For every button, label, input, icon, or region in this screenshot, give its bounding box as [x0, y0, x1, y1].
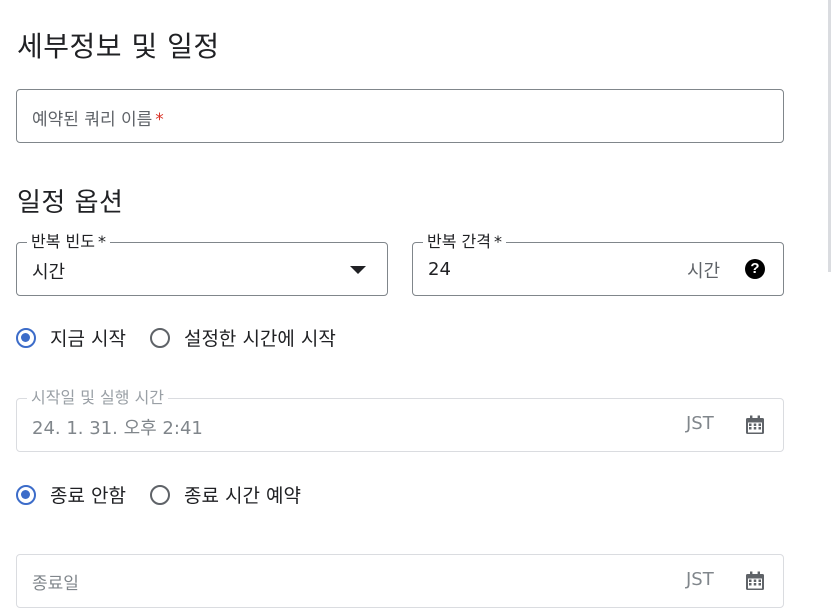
end-radio-group: 종료 안함 종료 시간 예약	[16, 481, 325, 508]
schedule-options-heading: 일정 옵션	[17, 188, 124, 218]
radio-button[interactable]	[149, 327, 170, 348]
radio-schedule-end[interactable]: 종료 시간 예약	[149, 481, 301, 508]
repeat-interval-value: 24	[428, 259, 451, 280]
radio-label: 종료 시간 예약	[183, 485, 301, 507]
help-circle-icon[interactable]: ?	[745, 259, 765, 279]
timezone-label: JST	[686, 569, 714, 590]
repeat-interval-input[interactable]: 반복 간격 * 24 시간 ?	[412, 231, 784, 296]
radio-label: 지금 시작	[50, 328, 126, 350]
start-datetime-label: 시작일 및 실행 시간	[27, 387, 169, 409]
required-mark: *	[155, 110, 164, 130]
radio-label: 종료 안함	[50, 485, 126, 507]
radio-no-end[interactable]: 종료 안함	[16, 481, 126, 508]
radio-start-now[interactable]: 지금 시작	[16, 324, 126, 351]
radio-button[interactable]	[149, 484, 170, 505]
details-heading: 세부정보 및 일정	[17, 30, 220, 63]
radio-start-at-time[interactable]: 설정한 시간에 시작	[149, 324, 336, 351]
start-datetime-field[interactable]: 시작일 및 실행 시간 24. 1. 31. 오후 2:41 JST	[16, 387, 784, 452]
timezone-label: JST	[686, 413, 714, 434]
end-date-placeholder: 종료일	[32, 574, 79, 594]
start-datetime-value: 24. 1. 31. 오후 2:41	[32, 418, 203, 439]
query-name-field[interactable]: 예약된 쿼리 이름 *	[16, 89, 784, 143]
radio-button-checked[interactable]	[16, 327, 36, 348]
end-date-field[interactable]: 종료일 JST	[16, 554, 784, 608]
repeat-interval-unit: 시간	[687, 261, 721, 282]
radio-button-checked[interactable]	[16, 484, 36, 505]
repeat-frequency-select[interactable]: 반복 빈도 * 시간	[16, 231, 388, 296]
radio-label: 설정한 시간에 시작	[183, 328, 336, 350]
repeat-frequency-label: 반복 빈도 *	[27, 231, 110, 253]
query-name-placeholder: 예약된 쿼리 이름 *	[32, 110, 164, 130]
repeat-interval-label: 반복 간격 *	[423, 231, 506, 253]
calendar-icon[interactable]	[744, 414, 766, 436]
calendar-icon[interactable]	[744, 570, 766, 592]
caret-down-icon	[350, 266, 366, 274]
start-radio-group: 지금 시작 설정한 시간에 시작	[16, 324, 360, 351]
repeat-frequency-value: 시간	[32, 262, 66, 283]
